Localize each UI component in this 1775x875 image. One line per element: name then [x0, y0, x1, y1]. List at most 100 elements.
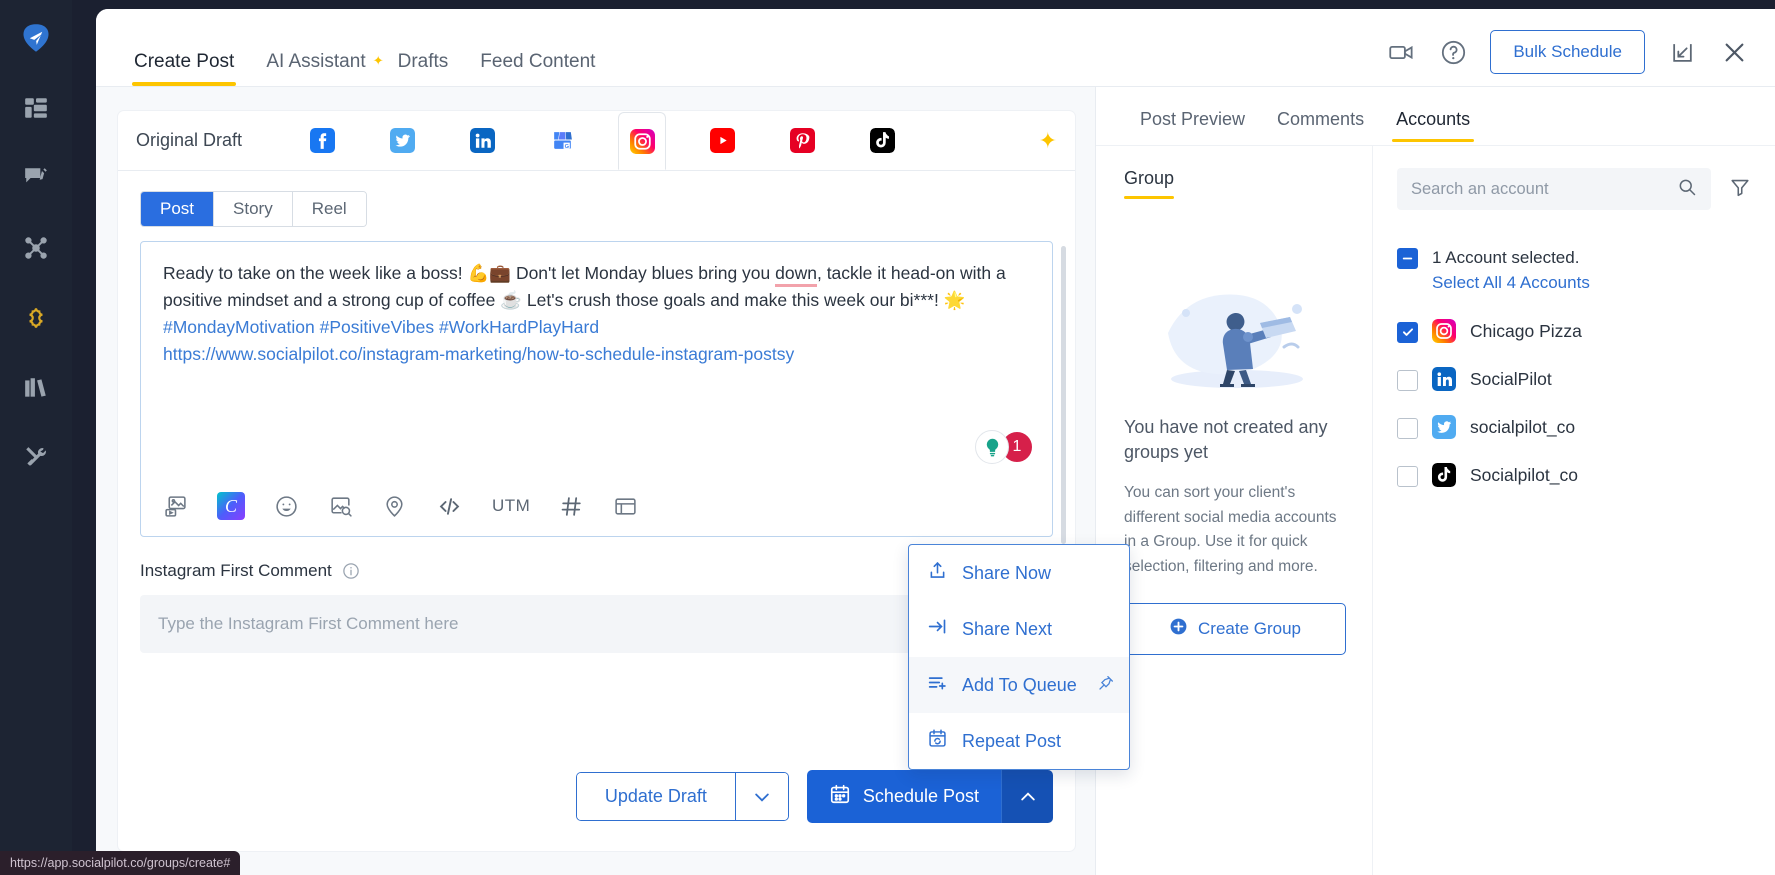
group-tab[interactable]: Group	[1124, 168, 1175, 199]
post-type-reel[interactable]: Reel	[292, 192, 366, 226]
post-text-part-2: Don't let Monday blues bring you	[511, 263, 776, 283]
compose-scrollbar[interactable]	[1061, 246, 1066, 544]
account-name: Chicago Pizza	[1470, 320, 1582, 341]
question-circle-icon[interactable]	[1438, 37, 1468, 67]
menu-item-repeat-post[interactable]: Repeat Post	[909, 713, 1129, 769]
chevron-down-icon[interactable]	[735, 773, 788, 820]
post-text-part-4: Let's crush those goals and make this we…	[522, 290, 944, 311]
post-type-post[interactable]: Post	[141, 192, 215, 226]
image-search-icon[interactable]	[328, 494, 353, 519]
accounts-pane: 1 Account selected. Select All 4 Account…	[1373, 146, 1775, 875]
diamond-star-icon[interactable]	[16, 298, 56, 338]
minimize-window-icon[interactable]	[1667, 37, 1697, 67]
misspelled-word[interactable]: down	[775, 263, 817, 287]
platform-tab-linkedin[interactable]	[458, 117, 506, 165]
account-row-chicago-pizza[interactable]: Chicago Pizza	[1397, 319, 1751, 344]
create-group-button[interactable]: Create Group	[1124, 603, 1346, 656]
utm-button[interactable]: UTM	[492, 496, 530, 516]
menu-item-share-next[interactable]: Share Next	[909, 601, 1129, 657]
account-checkbox[interactable]	[1397, 321, 1418, 343]
tab-drafts[interactable]: Drafts	[382, 51, 465, 86]
tab-create-post[interactable]: Create Post	[118, 51, 250, 86]
left-nav-rail	[0, 0, 72, 875]
compose-toolbar: C UTM	[141, 478, 1052, 536]
platform-tab-facebook[interactable]	[298, 117, 346, 165]
account-checkbox[interactable]	[1397, 417, 1418, 439]
post-url[interactable]: https://www.socialpilot.co/instagram-mar…	[163, 344, 794, 364]
search-box[interactable]	[1397, 168, 1711, 210]
hashtag-icon[interactable]	[559, 494, 584, 519]
media-gallery-icon[interactable]	[163, 494, 188, 519]
paper-plane-logo[interactable]	[16, 18, 56, 58]
schedule-options-menu: Share Now Share Next Add To Queue Repeat…	[908, 544, 1130, 770]
first-comment-label: Instagram First Comment	[140, 561, 332, 580]
header-actions: Bulk Schedule	[1386, 30, 1749, 74]
right-panel: Post Preview Comments Accounts Group You…	[1096, 87, 1775, 875]
post-content-textarea[interactable]: Ready to take on the week like a boss! 💪…	[141, 242, 1052, 478]
dashboard-grid-icon[interactable]	[16, 88, 56, 128]
top-tab-bar: Create Post AI Assistant ✦ Drafts Feed C…	[96, 51, 611, 86]
bulk-schedule-button[interactable]: Bulk Schedule	[1490, 30, 1645, 74]
menu-item-label: Share Next	[962, 618, 1053, 639]
select-all-link[interactable]: Select All 4 Accounts	[1432, 271, 1590, 296]
menu-item-add-to-queue[interactable]: Add To Queue	[909, 657, 1129, 713]
instagram-icon	[1432, 319, 1456, 344]
platform-tab-youtube[interactable]	[698, 117, 746, 165]
linkedin-icon	[1432, 367, 1456, 392]
account-row-socialpilot-tiktok[interactable]: Socialpilot_co	[1397, 463, 1751, 488]
plus-circle-icon	[1169, 617, 1188, 641]
platform-tab-pinterest[interactable]	[778, 117, 826, 165]
tab-ai-assistant[interactable]: AI Assistant ✦	[250, 51, 383, 86]
account-checkbox[interactable]	[1397, 369, 1418, 391]
pin-icon[interactable]	[1097, 674, 1115, 697]
update-draft-button[interactable]: Update Draft	[576, 773, 736, 820]
filter-funnel-icon[interactable]	[1729, 176, 1751, 203]
network-nodes-icon[interactable]	[16, 228, 56, 268]
post-text-part-1: Ready to take on the week like a boss!	[163, 263, 468, 283]
account-name: Socialpilot_co	[1470, 464, 1578, 485]
template-icon[interactable]	[613, 494, 638, 519]
twitter-icon	[1432, 415, 1456, 440]
comment-edit-icon[interactable]	[16, 158, 56, 198]
tab-accounts[interactable]: Accounts	[1380, 109, 1486, 142]
tools-wrench-icon[interactable]	[16, 438, 56, 478]
platform-tab-twitter[interactable]	[378, 117, 426, 165]
tab-drafts-label: Drafts	[397, 51, 449, 72]
post-type-story[interactable]: Story	[214, 192, 293, 226]
ai-sparkle-icon[interactable]: ✦	[1039, 128, 1057, 154]
tab-post-preview[interactable]: Post Preview	[1124, 109, 1261, 142]
post-hashtags[interactable]: #MondayMotivation #PositiveVibes #WorkHa…	[163, 317, 599, 337]
search-input[interactable]	[1411, 179, 1669, 199]
menu-item-share-now[interactable]: Share Now	[909, 545, 1129, 601]
calendar-repeat-icon	[927, 728, 948, 754]
platform-tab-tiktok[interactable]	[858, 117, 906, 165]
books-icon[interactable]	[16, 368, 56, 408]
platform-tab-google-business[interactable]: G	[538, 117, 586, 165]
platform-tab-instagram[interactable]	[618, 112, 667, 170]
search-icon[interactable]	[1677, 177, 1697, 202]
menu-item-label: Add To Queue	[962, 674, 1077, 695]
account-checkbox[interactable]	[1397, 465, 1418, 487]
account-row-socialpilot-twitter[interactable]: socialpilot_co	[1397, 415, 1751, 440]
post-type-toggle: Post Story Reel	[140, 191, 367, 227]
lightbulb-idea-icon[interactable]	[975, 430, 1009, 464]
calendar-icon	[829, 783, 851, 810]
chevron-up-icon[interactable]	[1001, 770, 1053, 823]
location-pin-icon[interactable]	[382, 494, 407, 519]
coffee-emoji: ☕	[500, 290, 523, 311]
select-all-text: 1 Account selected. Select All 4 Account…	[1432, 246, 1590, 295]
video-camera-icon[interactable]	[1386, 37, 1416, 67]
schedule-post-button[interactable]: Schedule Post	[806, 770, 1001, 823]
emoji-icon[interactable]	[274, 494, 299, 519]
account-row-socialpilot-linkedin[interactable]: SocialPilot	[1397, 367, 1751, 392]
select-all-checkbox[interactable]	[1397, 248, 1418, 269]
code-embed-icon[interactable]	[436, 493, 463, 520]
tab-feed-content[interactable]: Feed Content	[464, 51, 611, 86]
platform-tab-strip: Original Draft G ✦	[118, 111, 1075, 171]
flex-emoji: 💪	[467, 263, 490, 283]
info-circle-icon[interactable]	[342, 562, 360, 580]
original-draft-label[interactable]: Original Draft	[136, 130, 242, 151]
canva-icon[interactable]: C	[217, 492, 245, 520]
close-x-icon[interactable]	[1719, 37, 1749, 67]
tab-comments[interactable]: Comments	[1261, 109, 1380, 142]
